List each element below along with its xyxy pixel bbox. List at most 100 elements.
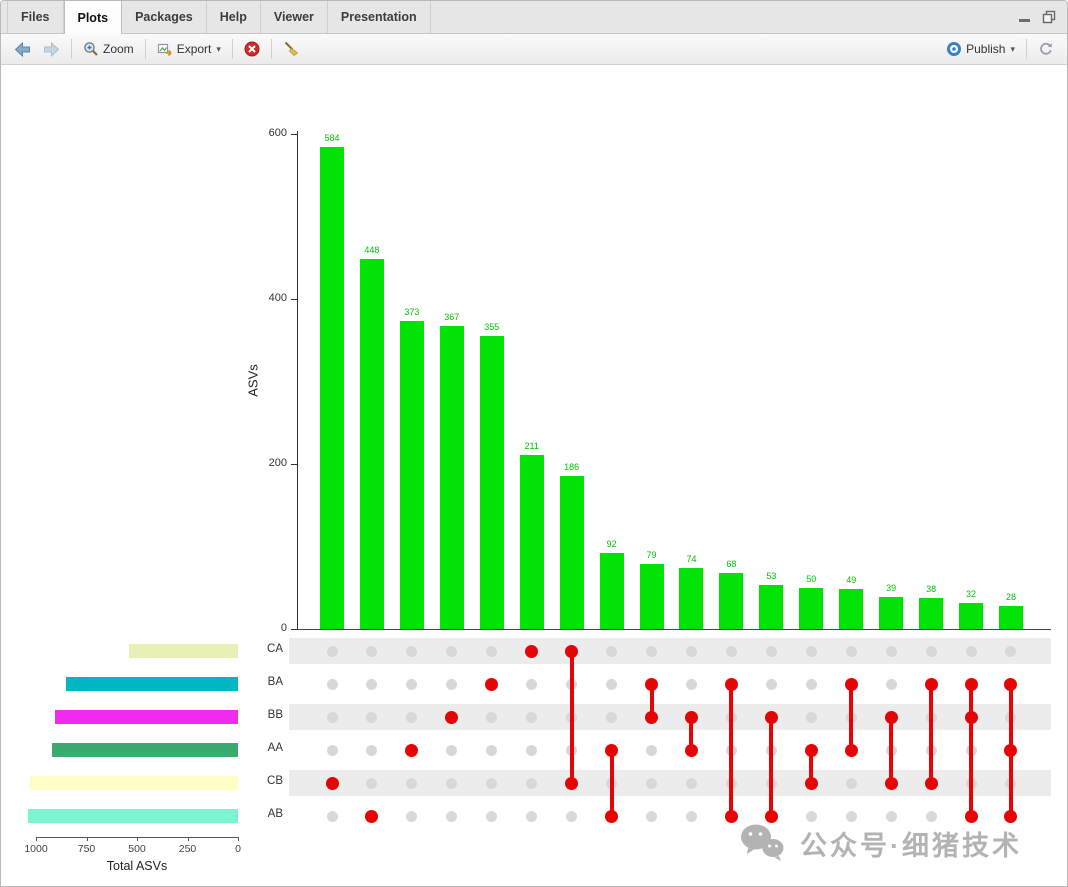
matrix-dot-empty (366, 645, 378, 657)
window-controls (1016, 1, 1067, 33)
publish-icon (947, 42, 962, 56)
set-label: BB (267, 709, 283, 721)
set-label: CA (267, 643, 283, 655)
matrix-dot-empty (805, 645, 817, 657)
matrix-dot-empty (526, 810, 538, 822)
matrix-dot-empty (685, 810, 697, 822)
matrix-dot-empty (845, 645, 857, 657)
matrix-dot-filled (684, 743, 698, 757)
tab-presentation[interactable]: Presentation (328, 1, 431, 33)
plot-canvas: 公众号·细猪技术 0 200 400 600 ASVs 584 448 373 367 355 21… (1, 65, 1067, 886)
matrix-dot-empty (646, 744, 658, 756)
matrix-dot-empty (1005, 645, 1017, 657)
matrix-dot-empty (486, 810, 498, 822)
zoom-button[interactable]: Zoom (78, 38, 139, 60)
export-button[interactable]: Export ▾ (152, 38, 226, 60)
intersection-bar-label: 373 (404, 307, 420, 318)
tab-packages[interactable]: Packages (122, 1, 207, 33)
totals-tick (36, 837, 37, 841)
matrix-dot-empty (446, 744, 458, 756)
wechat-logo-icon (741, 824, 784, 861)
matrix-connector-line (569, 651, 574, 783)
matrix-dot-filled (804, 743, 818, 757)
clear-all-plots-button[interactable] (278, 38, 305, 60)
set-size-bar (52, 743, 238, 757)
matrix-dot-empty (526, 777, 538, 789)
matrix-dot-empty (606, 678, 618, 690)
matrix-dot-empty (406, 810, 418, 822)
toolbar-separator (231, 39, 233, 59)
intersection-bar (759, 585, 784, 629)
totals-tick (86, 837, 88, 841)
intersection-bar-label: 211 (524, 440, 539, 451)
intersection-bar (399, 321, 424, 629)
matrix-dot-empty (725, 645, 737, 657)
totals-tick-label: 0 (235, 843, 241, 855)
matrix-dot-filled (405, 743, 419, 757)
export-caret-icon: ▾ (216, 43, 221, 54)
publish-label: Publish (966, 42, 1006, 56)
rstudio-plots-pane: Files Plots Packages Help Viewer Present… (0, 0, 1068, 887)
matrix-dot-empty (685, 777, 697, 789)
matrix-dot-filled (605, 809, 619, 823)
matrix-dot-empty (486, 711, 498, 723)
intersection-bar-label: 38 (926, 583, 937, 594)
intersection-bar-label: 50 (806, 573, 817, 584)
matrix-dot-empty (446, 645, 458, 657)
totals-tick (187, 837, 189, 841)
matrix-connector-line (889, 717, 894, 783)
matrix-dot-empty (406, 645, 418, 657)
toolbar-separator (144, 39, 146, 59)
totals-tick (137, 837, 138, 841)
matrix-dot-empty (845, 810, 857, 822)
intersection-bar (320, 147, 344, 629)
matrix-dot-filled (325, 776, 339, 790)
restore-button[interactable] (1041, 10, 1057, 24)
matrix-dot-empty (446, 810, 458, 822)
matrix-dot-empty (685, 678, 697, 690)
matrix-row-stripe (289, 704, 1051, 730)
set-label: BA (267, 676, 283, 688)
refresh-button[interactable] (1033, 38, 1059, 60)
plots-toolbar: Zoom Export ▾ Publish ▾ (1, 34, 1067, 65)
matrix-dot-empty (526, 744, 538, 756)
back-button[interactable] (9, 39, 36, 60)
y-tick (291, 464, 297, 465)
matrix-connector-line (849, 684, 854, 750)
totals-tick-label: 250 (178, 843, 197, 855)
intersection-bar-label: 28 (1005, 591, 1016, 602)
publish-button[interactable]: Publish ▾ (941, 38, 1020, 60)
matrix-dot-empty (805, 678, 817, 690)
matrix-dot-filled (724, 677, 738, 691)
intersection-bar-label: 92 (606, 539, 617, 550)
matrix-connector-line (609, 750, 614, 816)
matrix-dot-empty (406, 777, 418, 789)
forward-button[interactable] (38, 39, 65, 60)
matrix-dot-filled (1004, 677, 1018, 691)
tab-files[interactable]: Files (7, 1, 64, 33)
y-axis-title: ASVs (245, 364, 261, 397)
matrix-dot-filled (1004, 809, 1018, 823)
tab-viewer[interactable]: Viewer (261, 1, 328, 33)
intersection-bar-label: 39 (886, 582, 897, 593)
matrix-dot-empty (646, 645, 658, 657)
matrix-dot-empty (685, 645, 697, 657)
totals-tick (238, 837, 239, 841)
tab-plots[interactable]: Plots (63, 1, 123, 34)
refresh-icon (1040, 42, 1052, 55)
minimize-button[interactable] (1016, 10, 1032, 24)
y-axis-line (297, 131, 298, 630)
intersection-bar (959, 602, 984, 629)
tab-help[interactable]: Help (207, 1, 261, 33)
remove-plot-button[interactable] (239, 38, 265, 60)
y-tick (291, 299, 297, 300)
matrix-dot-filled (684, 710, 698, 724)
matrix-dot-empty (566, 810, 578, 822)
y-tick-label: 0 (280, 622, 287, 634)
zoom-label: Zoom (103, 42, 134, 56)
matrix-dot-empty (805, 810, 817, 822)
export-icon (157, 43, 172, 57)
intersection-bar-label: 74 (686, 553, 697, 564)
set-size-bar (29, 776, 238, 790)
matrix-dot-filled (485, 677, 499, 691)
